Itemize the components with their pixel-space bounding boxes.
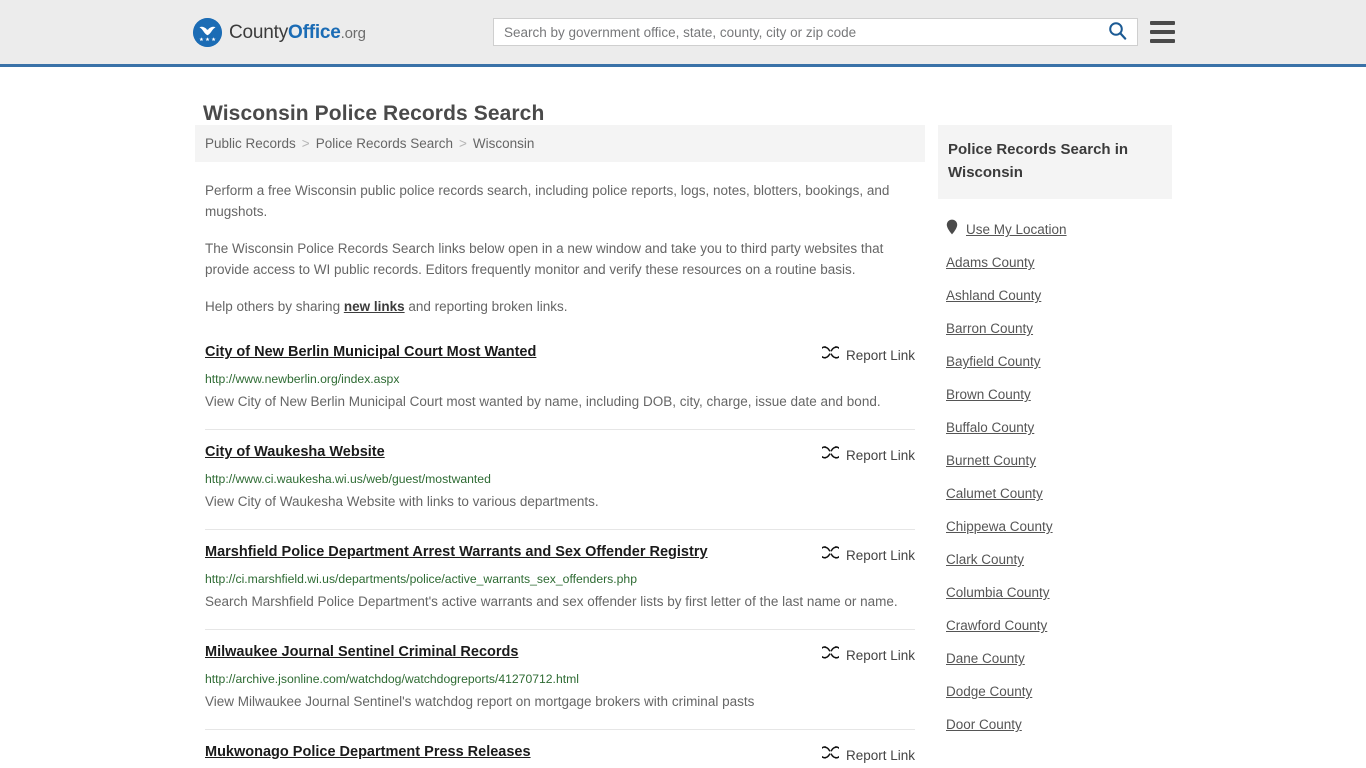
sidebar-county-crawford[interactable]: Crawford County — [938, 609, 1172, 642]
sidebar-county-bayfield[interactable]: Bayfield County — [938, 345, 1172, 378]
main-content: Public Records > Police Records Search >… — [195, 125, 925, 768]
broken-link-icon — [818, 744, 842, 766]
result-item: Milwaukee Journal Sentinel Criminal Reco… — [205, 629, 915, 729]
report-link-label: Report Link — [845, 647, 915, 663]
report-link-button[interactable]: Report Link — [818, 444, 915, 466]
result-item: Marshfield Police Department Arrest Warr… — [205, 529, 915, 629]
sidebar-county-barron[interactable]: Barron County — [938, 312, 1172, 345]
result-title-link[interactable]: Mukwonago Police Department Press Releas… — [205, 743, 531, 761]
report-link-label: Report Link — [845, 747, 915, 763]
report-link-button[interactable]: Report Link — [818, 344, 915, 366]
result-header: Mukwonago Police Department Press Releas… — [205, 743, 915, 766]
report-link-label: Report Link — [845, 547, 915, 563]
result-header: Marshfield Police Department Arrest Warr… — [205, 543, 915, 566]
result-description: Search Marshfield Police Department's ac… — [205, 594, 898, 609]
use-my-location-button[interactable]: Use My Location — [938, 213, 1172, 246]
result-description: View City of New Berlin Municipal Court … — [205, 394, 881, 409]
intro-paragraph-3: Help others by sharing new links and rep… — [205, 296, 915, 317]
broken-link-icon — [818, 544, 842, 566]
sidebar: Police Records Search in Wisconsin Use M… — [938, 125, 1172, 741]
hamburger-menu-icon[interactable] — [1150, 19, 1175, 45]
result-header: Milwaukee Journal Sentinel Criminal Reco… — [205, 643, 915, 666]
result-item: City of Waukesha Website Report Link htt… — [205, 429, 915, 529]
intro-paragraph-2: The Wisconsin Police Records Search link… — [205, 241, 884, 277]
sidebar-county-list: Use My Location Adams County Ashland Cou… — [938, 213, 1172, 741]
breadcrumb-item-police-records-search[interactable]: Police Records Search — [316, 136, 453, 151]
result-url[interactable]: http://ci.marshfield.wi.us/departments/p… — [205, 572, 915, 586]
result-item: Mukwonago Police Department Press Releas… — [205, 729, 915, 768]
logo-text-office: Office — [288, 21, 341, 43]
sidebar-county-brown[interactable]: Brown County — [938, 378, 1172, 411]
result-title-link[interactable]: City of Waukesha Website — [205, 443, 385, 461]
intro-paragraph-1: Perform a free Wisconsin public police r… — [205, 183, 890, 219]
sidebar-heading-box: Police Records Search in Wisconsin — [938, 125, 1172, 199]
map-pin-icon — [946, 219, 958, 240]
breadcrumb-item-public-records[interactable]: Public Records — [205, 136, 296, 151]
report-link-button[interactable]: Report Link — [818, 744, 915, 766]
report-link-button[interactable]: Report Link — [818, 544, 915, 566]
site-logo[interactable]: CountyOffice.org — [193, 18, 366, 47]
breadcrumb-separator-1: > — [301, 136, 310, 151]
site-header: CountyOffice.org — [0, 0, 1366, 67]
intro-section: Perform a free Wisconsin public police r… — [195, 180, 925, 317]
sidebar-county-adams[interactable]: Adams County — [938, 246, 1172, 279]
search-bar[interactable] — [493, 18, 1138, 46]
report-link-label: Report Link — [845, 447, 915, 463]
sidebar-heading: Police Records Search in Wisconsin — [948, 141, 1129, 181]
eagle-shield-logo-icon — [193, 18, 222, 47]
sidebar-county-ashland[interactable]: Ashland County — [938, 279, 1172, 312]
sidebar-county-clark[interactable]: Clark County — [938, 543, 1172, 576]
broken-link-icon — [818, 444, 842, 466]
result-item: City of New Berlin Municipal Court Most … — [205, 339, 915, 429]
sidebar-county-buffalo[interactable]: Buffalo County — [938, 411, 1172, 444]
search-icon — [1108, 21, 1127, 43]
result-header: City of New Berlin Municipal Court Most … — [205, 343, 915, 366]
broken-link-icon — [818, 344, 842, 366]
breadcrumb: Public Records > Police Records Search >… — [195, 125, 925, 162]
sidebar-county-burnett[interactable]: Burnett County — [938, 444, 1172, 477]
result-url[interactable]: http://www.newberlin.org/index.aspx — [205, 372, 915, 386]
sidebar-county-dodge[interactable]: Dodge County — [938, 675, 1172, 708]
search-button[interactable] — [1097, 19, 1137, 45]
results-list: City of New Berlin Municipal Court Most … — [195, 339, 925, 768]
breadcrumb-item-wisconsin: Wisconsin — [472, 136, 535, 151]
menu-bar-2 — [1150, 30, 1175, 34]
sidebar-county-door[interactable]: Door County — [938, 708, 1172, 741]
result-title-link[interactable]: Marshfield Police Department Arrest Warr… — [205, 543, 708, 561]
page-title: Wisconsin Police Records Search — [203, 102, 545, 126]
intro-paragraph-3-after: and reporting broken links. — [404, 299, 568, 314]
new-links-link[interactable]: new links — [344, 299, 405, 314]
menu-bar-1 — [1150, 21, 1175, 25]
report-link-button[interactable]: Report Link — [818, 644, 915, 666]
result-header: City of Waukesha Website Report Link — [205, 443, 915, 466]
result-description: View Milwaukee Journal Sentinel's watchd… — [205, 694, 755, 709]
result-title-link[interactable]: Milwaukee Journal Sentinel Criminal Reco… — [205, 643, 518, 661]
use-my-location-label: Use My Location — [966, 222, 1067, 237]
sidebar-county-chippewa[interactable]: Chippewa County — [938, 510, 1172, 543]
result-url[interactable]: http://archive.jsonline.com/watchdog/wat… — [205, 672, 915, 686]
intro-paragraph-3-before: Help others by sharing — [205, 299, 344, 314]
logo-text-county: County — [229, 21, 289, 43]
result-description: View City of Waukesha Website with links… — [205, 494, 599, 509]
report-link-label: Report Link — [845, 347, 915, 363]
sidebar-county-columbia[interactable]: Columbia County — [938, 576, 1172, 609]
broken-link-icon — [818, 644, 842, 666]
breadcrumb-separator-2: > — [459, 136, 467, 151]
menu-bar-3 — [1150, 39, 1175, 43]
site-logo-text: CountyOffice.org — [229, 22, 366, 44]
result-url[interactable]: http://www.ci.waukesha.wi.us/web/guest/m… — [205, 472, 915, 486]
search-input[interactable] — [494, 19, 1097, 45]
sidebar-county-dane[interactable]: Dane County — [938, 642, 1172, 675]
logo-text-org: .org — [340, 24, 366, 42]
result-title-link[interactable]: City of New Berlin Municipal Court Most … — [205, 343, 536, 361]
sidebar-county-calumet[interactable]: Calumet County — [938, 477, 1172, 510]
